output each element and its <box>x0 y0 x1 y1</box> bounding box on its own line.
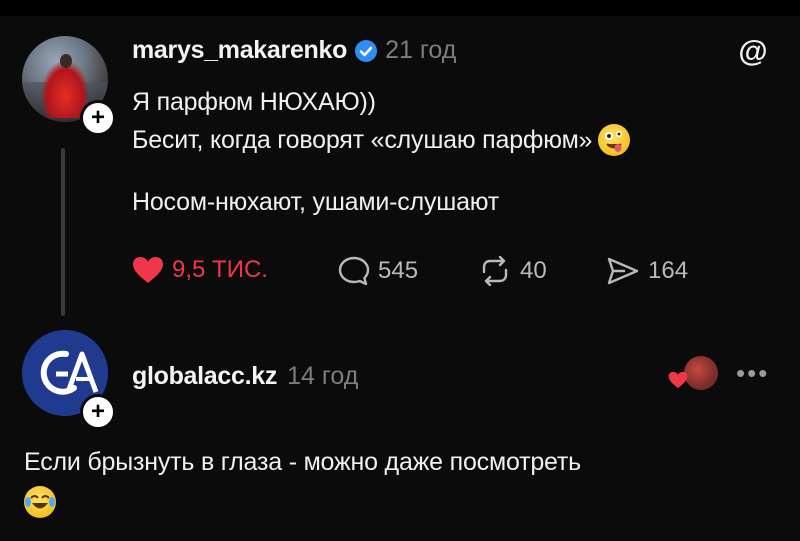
repost-button[interactable]: 40 <box>478 256 547 286</box>
follow-plus-icon[interactable]: + <box>80 100 116 136</box>
thread-line <box>61 148 65 316</box>
username[interactable]: globalacc.kz <box>132 362 277 391</box>
username[interactable]: marys_makarenko <box>132 36 347 65</box>
tears-of-joy-emoji-icon <box>24 486 56 518</box>
like-count: 9,5 ТИС. <box>172 256 268 283</box>
zany-face-emoji-icon <box>598 124 631 156</box>
post-text-line1: Я парфюм НЮХАЮ)) <box>132 88 376 116</box>
verified-badge-icon <box>355 39 378 62</box>
repost-count: 40 <box>520 257 547 284</box>
avatar-head <box>60 54 72 68</box>
comment-count: 545 <box>378 257 419 284</box>
post-time: 14 год <box>287 362 359 390</box>
post-text-line3: Носом-нюхают, ушами-слушают <box>132 188 500 216</box>
post-header: marys_makarenko 21 год <box>132 36 456 65</box>
threads-logo-icon[interactable]: @ <box>738 36 768 68</box>
liked-by-avatar[interactable] <box>684 356 718 390</box>
comment-button[interactable]: 545 <box>338 256 418 286</box>
reply-text: Если брызнуть в глаза - можно даже посмо… <box>24 448 582 476</box>
repost-icon <box>482 256 508 286</box>
heart-icon <box>133 257 163 283</box>
more-options-icon[interactable]: ••• <box>736 358 769 389</box>
post-text-line2: Бесит, когда говорят «слушаю парфюм» <box>132 125 593 154</box>
top-bar <box>0 0 800 16</box>
post-time: 21 год <box>385 36 457 64</box>
post-text-line2-row: Бесит, когда говорят «слушаю парфюм» <box>132 124 631 156</box>
share-count: 164 <box>648 257 689 284</box>
comment-icon <box>338 256 370 286</box>
follow-plus-icon[interactable]: + <box>80 394 116 430</box>
post2-header: globalacc.kz 14 год <box>132 362 358 391</box>
like-button[interactable]: 9,5 ТИС. <box>132 256 268 284</box>
heart-icon <box>668 371 688 389</box>
share-send-icon <box>607 257 639 285</box>
share-button[interactable]: 164 <box>606 256 688 286</box>
